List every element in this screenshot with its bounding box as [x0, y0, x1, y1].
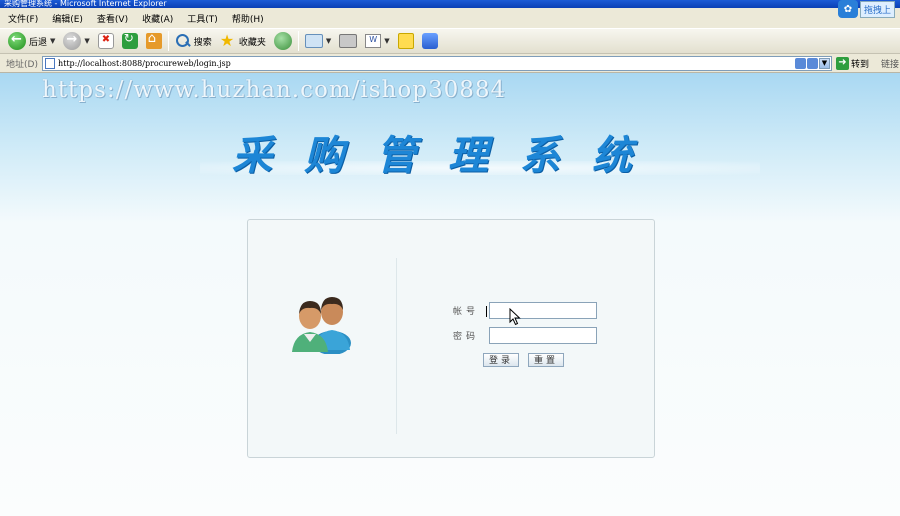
menu-bar: 文件(F) 编辑(E) 查看(V) 收藏(A) 工具(T) 帮助(H): [0, 8, 900, 28]
window-title: 采购管理系统 - Microsoft Internet Explorer: [4, 0, 167, 8]
stop-button[interactable]: [96, 30, 116, 52]
go-button[interactable]: ➜ 转到: [835, 56, 869, 70]
login-button[interactable]: 登录: [483, 353, 520, 367]
address-url[interactable]: http://localhost:8088/procureweb/login.j…: [58, 59, 231, 68]
page-content: https://www.huzhan.com/ishop30884 采购管理系统…: [0, 73, 900, 516]
mail-icon: [304, 34, 323, 48]
watermark-text: https://www.huzhan.com/ishop30884: [42, 77, 507, 103]
toolbar-separator: [297, 31, 299, 51]
account-row: 帐号: [453, 302, 597, 319]
chevron-down-icon[interactable]: ▼: [384, 37, 389, 45]
address-right-controls: ▼: [794, 57, 830, 69]
menu-favorites[interactable]: 收藏(A): [142, 12, 173, 25]
home-button[interactable]: [144, 30, 164, 52]
favorites-button[interactable]: ★ 收藏夹: [218, 30, 268, 52]
security-icon[interactable]: [794, 57, 806, 69]
login-buttons: 登录 重置: [483, 353, 565, 367]
mail-button[interactable]: ▼: [303, 30, 333, 52]
chevron-down-icon[interactable]: ▼: [84, 37, 89, 45]
toolbar-separator: [167, 31, 169, 51]
search-icon: [175, 33, 191, 49]
address-bar: 地址(D) http://localhost:8088/procureweb/l…: [0, 54, 900, 73]
forward-arrow-icon: [63, 32, 82, 50]
refresh-icon: [121, 31, 138, 49]
login-panel: 帐号 密码 登录 重置: [247, 219, 655, 458]
address-dropdown-icon[interactable]: ▼: [818, 57, 830, 69]
edit-button[interactable]: ▼: [363, 30, 391, 52]
address-label: 地址(D): [6, 59, 38, 70]
favorites-label: 收藏夹: [238, 37, 266, 48]
menu-tools[interactable]: 工具(T): [187, 12, 218, 25]
edit-document-icon: [365, 34, 382, 48]
stop-icon: [97, 33, 114, 49]
panel-divider: [396, 258, 397, 434]
users-icon: [292, 297, 351, 354]
window-title-bar: 采购管理系统 - Microsoft Internet Explorer: [0, 0, 900, 8]
forward-button[interactable]: ▼: [61, 30, 91, 52]
go-arrow-icon: ➜: [835, 56, 849, 70]
menu-edit[interactable]: 编辑(E): [52, 12, 83, 25]
menu-file[interactable]: 文件(F): [8, 12, 38, 25]
discuss-button[interactable]: [396, 30, 416, 52]
mouse-cursor-icon: [509, 308, 521, 326]
baidu-widget-label[interactable]: 拖拽上: [860, 0, 896, 18]
account-label: 帐号: [453, 307, 480, 317]
toolbar: 后退 ▼ ▼ 搜索 ★ 收藏夹 ▼ ▼: [0, 28, 900, 54]
star-icon: ★: [219, 31, 235, 50]
page-icon: [44, 57, 55, 69]
go-label: 转到: [850, 59, 869, 70]
baidu-widget[interactable]: ✿ 拖拽上: [838, 0, 900, 18]
back-arrow-icon: [8, 32, 26, 50]
text-caret: [486, 306, 487, 317]
search-label: 搜索: [193, 37, 212, 48]
printer-icon: [339, 34, 358, 48]
password-row: 密码: [453, 327, 597, 344]
refresh-button[interactable]: [120, 30, 140, 52]
menu-help[interactable]: 帮助(H): [232, 12, 264, 25]
back-label: 后退: [29, 37, 48, 48]
system-title: 采购管理系统: [232, 132, 664, 179]
menu-view[interactable]: 查看(V): [97, 12, 128, 25]
password-input[interactable]: [489, 327, 597, 344]
address-input[interactable]: http://localhost:8088/procureweb/login.j…: [41, 55, 832, 71]
reset-button[interactable]: 重置: [528, 353, 565, 367]
media-icon: [273, 32, 292, 50]
password-label: 密码: [453, 332, 480, 342]
baidu-paw-icon[interactable]: ✿: [838, 0, 858, 18]
chevron-down-icon[interactable]: ▼: [326, 37, 331, 45]
messenger-button[interactable]: [420, 30, 440, 52]
print-button[interactable]: [337, 30, 359, 52]
account-input[interactable]: [489, 302, 597, 319]
media-button[interactable]: [272, 30, 294, 52]
messenger-icon: [421, 33, 438, 49]
back-button[interactable]: 后退 ▼: [6, 30, 57, 52]
links-button[interactable]: 链接: [881, 57, 899, 70]
privacy-icon[interactable]: [806, 57, 818, 69]
home-icon: [145, 31, 162, 49]
note-icon: [397, 33, 414, 49]
chevron-down-icon[interactable]: ▼: [50, 37, 55, 45]
search-button[interactable]: 搜索: [173, 30, 214, 52]
